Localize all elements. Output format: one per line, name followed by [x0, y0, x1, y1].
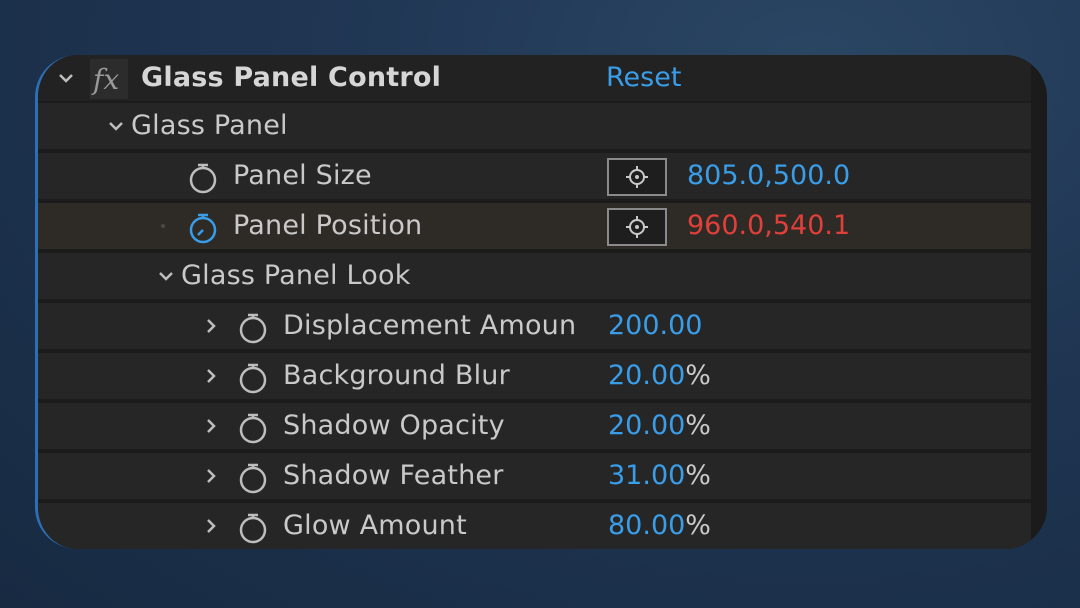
- stopwatch-icon[interactable]: [236, 511, 270, 545]
- group-label: Glass Panel Look: [181, 260, 411, 291]
- chevron-right-icon[interactable]: [201, 303, 221, 349]
- property-label: Shadow Opacity: [283, 410, 505, 441]
- stopwatch-icon[interactable]: [186, 211, 220, 245]
- chevron-down-icon[interactable]: [156, 253, 176, 299]
- property-value[interactable]: 960.0,540.1: [687, 203, 850, 249]
- group-row-glass-panel-look[interactable]: Glass Panel Look: [38, 253, 1031, 301]
- stopwatch-icon[interactable]: [236, 411, 270, 445]
- svg-text:fx: fx: [91, 63, 119, 96]
- keyframe-indicator: [161, 224, 165, 228]
- reset-button[interactable]: Reset: [606, 55, 681, 101]
- chevron-right-icon[interactable]: [201, 403, 221, 449]
- property-value[interactable]: 20.00%: [608, 353, 711, 399]
- property-label: Displacement Amoun: [283, 310, 577, 341]
- effect-controls-panel: fx Glass Panel Control Reset Glass Panel…: [35, 55, 1047, 549]
- chevron-right-icon[interactable]: [201, 453, 221, 499]
- property-row-glow-amount[interactable]: Glow Amount 80.00%: [38, 503, 1031, 549]
- stopwatch-icon[interactable]: [186, 161, 220, 195]
- property-label: Panel Position: [233, 210, 423, 241]
- chevron-down-icon[interactable]: [106, 103, 126, 149]
- fx-icon[interactable]: fx: [90, 59, 128, 99]
- crosshair-target-icon[interactable]: [607, 158, 667, 196]
- property-label: Shadow Feather: [283, 460, 504, 491]
- chevron-right-icon[interactable]: [201, 503, 221, 549]
- property-value[interactable]: 200.00: [608, 303, 702, 349]
- group-row-glass-panel[interactable]: Glass Panel: [38, 103, 1031, 151]
- property-label: Glow Amount: [283, 510, 467, 541]
- property-value[interactable]: 20.00%: [608, 403, 711, 449]
- chevron-right-icon[interactable]: [201, 353, 221, 399]
- crosshair-target-icon[interactable]: [607, 208, 667, 246]
- property-label: Background Blur: [283, 360, 510, 391]
- property-row-displacement-amount[interactable]: Displacement Amoun 200.00: [38, 303, 1031, 351]
- property-label: Panel Size: [233, 160, 372, 191]
- effect-header-row[interactable]: fx Glass Panel Control Reset: [38, 55, 1031, 103]
- property-row-background-blur[interactable]: Background Blur 20.00%: [38, 353, 1031, 401]
- property-value[interactable]: 805.0,500.0: [687, 153, 850, 199]
- property-value[interactable]: 80.00%: [608, 503, 711, 549]
- group-label: Glass Panel: [131, 110, 288, 141]
- chevron-down-icon[interactable]: [56, 55, 76, 101]
- property-row-panel-position[interactable]: Panel Position 960.0,540.1: [38, 203, 1031, 251]
- effect-name: Glass Panel Control: [141, 62, 442, 93]
- property-value[interactable]: 31.00%: [608, 453, 711, 499]
- property-row-shadow-feather[interactable]: Shadow Feather 31.00%: [38, 453, 1031, 501]
- stopwatch-icon[interactable]: [236, 461, 270, 495]
- stopwatch-icon[interactable]: [236, 311, 270, 345]
- stopwatch-icon[interactable]: [236, 361, 270, 395]
- property-row-panel-size[interactable]: Panel Size 805.0,500.0: [38, 153, 1031, 201]
- property-row-shadow-opacity[interactable]: Shadow Opacity 20.00%: [38, 403, 1031, 451]
